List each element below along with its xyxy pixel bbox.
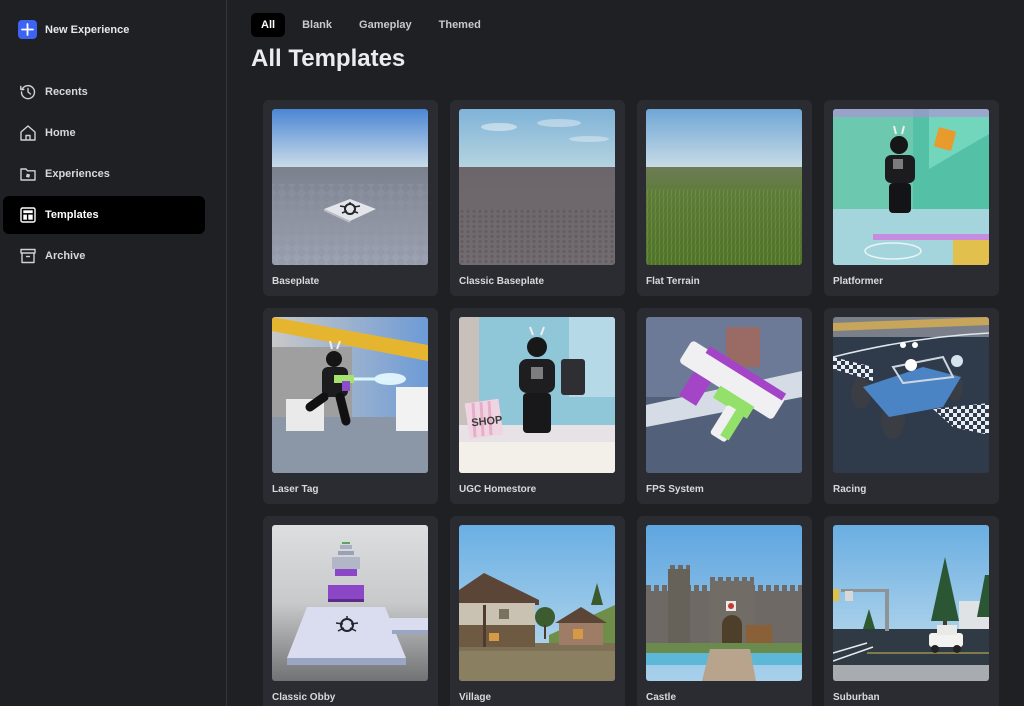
template-name: Laser Tag: [272, 484, 319, 495]
template-card-flat-terrain[interactable]: Flat Terrain: [637, 100, 812, 296]
sidebar-item-templates[interactable]: Templates: [3, 196, 205, 234]
template-thumbnail: [272, 109, 428, 265]
new-experience-label: New Experience: [45, 23, 130, 36]
tab-all[interactable]: All: [251, 13, 286, 37]
template-name: Classic Obby: [272, 692, 336, 703]
templates-grid: Baseplate Classic Baseplate Flat Terrain…: [263, 100, 999, 706]
archive-icon: [18, 247, 37, 266]
template-thumbnail: [833, 525, 989, 681]
tab-blank[interactable]: Blank: [292, 13, 342, 37]
sidebar-item-recents[interactable]: Recents: [3, 73, 205, 111]
template-name: Village: [459, 692, 492, 703]
template-thumbnail: [646, 109, 802, 265]
app-window: New Experience Recents Home Experiences …: [0, 0, 1024, 706]
new-experience-button[interactable]: New Experience: [18, 20, 129, 39]
template-card-classic-baseplate[interactable]: Classic Baseplate: [450, 100, 625, 296]
template-name: Flat Terrain: [646, 276, 700, 287]
template-card-suburban[interactable]: Suburban: [824, 516, 999, 706]
template-name: Racing: [833, 484, 867, 495]
template-card-fps-system[interactable]: FPS System: [637, 308, 812, 504]
template-name: Baseplate: [272, 276, 320, 287]
sidebar-item-label: Archive: [45, 250, 86, 262]
sidebar-item-label: Home: [45, 127, 76, 139]
tab-themed[interactable]: Themed: [429, 13, 491, 37]
template-name: UGC Homestore: [459, 484, 537, 495]
template-name: Suburban: [833, 692, 880, 703]
tab-gameplay[interactable]: Gameplay: [349, 13, 422, 37]
home-icon: [18, 124, 37, 143]
template-thumbnail: [646, 317, 802, 473]
template-card-laser-tag[interactable]: Laser Tag: [263, 308, 438, 504]
template-thumbnail: SHOP: [459, 317, 615, 473]
folder-icon: [18, 165, 37, 184]
template-thumbnail: [459, 525, 615, 681]
template-thumbnail: [833, 317, 989, 473]
sidebar-nav: Recents Home Experiences Templates Archi…: [3, 73, 205, 278]
sidebar-item-label: Templates: [45, 209, 99, 221]
template-name: FPS System: [646, 484, 704, 495]
template-thumbnail: [459, 109, 615, 265]
sidebar-item-archive[interactable]: Archive: [3, 237, 205, 275]
template-card-racing[interactable]: Racing: [824, 308, 999, 504]
sidebar: New Experience Recents Home Experiences …: [0, 0, 227, 706]
page-title: All Templates: [251, 45, 406, 72]
template-name: Castle: [646, 692, 677, 703]
template-card-platformer[interactable]: Platformer: [824, 100, 999, 296]
template-thumbnail: [646, 525, 802, 681]
template-card-village[interactable]: Village: [450, 516, 625, 706]
sidebar-item-experiences[interactable]: Experiences: [3, 155, 205, 193]
templates-icon: [18, 206, 37, 225]
template-thumbnail: [272, 525, 428, 681]
history-icon: [18, 83, 37, 102]
sidebar-item-home[interactable]: Home: [3, 114, 205, 152]
template-name: Platformer: [833, 276, 884, 287]
template-name: Classic Baseplate: [459, 276, 545, 287]
plus-icon: [18, 20, 37, 39]
main-content: All Blank Gameplay Themed All Templates: [227, 0, 1024, 706]
template-card-baseplate[interactable]: Baseplate: [263, 100, 438, 296]
template-thumbnail: [833, 109, 989, 265]
template-card-classic-obby[interactable]: Classic Obby: [263, 516, 438, 706]
sidebar-item-label: Recents: [45, 86, 88, 98]
filter-tabs: All Blank Gameplay Themed: [251, 13, 498, 37]
template-card-castle[interactable]: Castle: [637, 516, 812, 706]
sidebar-item-label: Experiences: [45, 168, 110, 180]
template-card-ugc-homestore[interactable]: SHOP UGC Homestore: [450, 308, 625, 504]
template-thumbnail: [272, 317, 428, 473]
